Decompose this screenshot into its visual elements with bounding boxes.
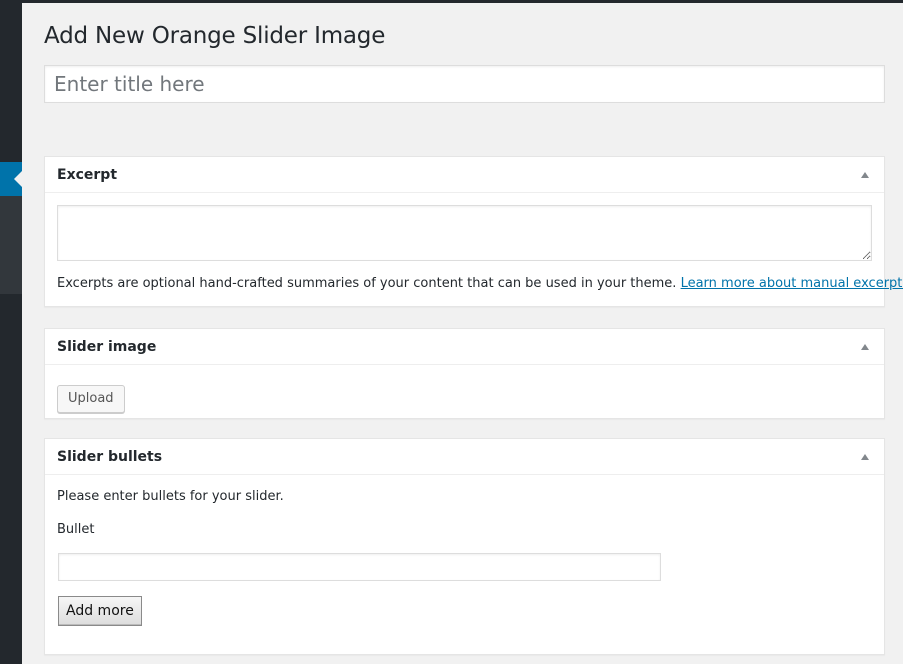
bullet-label: Bullet xyxy=(57,522,95,537)
excerpt-postbox-body: Excerpts are optional hand-crafted summa… xyxy=(45,193,903,306)
triangle-up-icon[interactable] xyxy=(861,453,869,460)
post-title-input[interactable] xyxy=(44,65,885,103)
excerpt-postbox-title: Excerpt xyxy=(57,166,118,183)
slider-image-postbox-header[interactable]: Slider image xyxy=(45,329,884,365)
bullet-input[interactable] xyxy=(58,553,661,581)
excerpt-textarea[interactable] xyxy=(57,205,872,261)
excerpt-help-text: Excerpts are optional hand-crafted summa… xyxy=(57,274,903,294)
excerpt-postbox-header[interactable]: Excerpt xyxy=(45,157,884,193)
admin-sidebar xyxy=(0,0,22,664)
slider-bullets-postbox-header[interactable]: Slider bullets xyxy=(45,439,884,475)
slider-bullets-postbox-title: Slider bullets xyxy=(57,448,163,465)
admin-sidebar-submenu[interactable] xyxy=(0,196,22,294)
add-more-button[interactable]: Add more xyxy=(58,596,142,626)
slider-image-postbox-title: Slider image xyxy=(57,338,157,355)
bullets-intro-text: Please enter bullets for your slider. xyxy=(57,489,284,504)
active-menu-arrow-icon xyxy=(14,171,22,187)
triangle-up-icon[interactable] xyxy=(861,343,869,350)
excerpt-help-sentence: Excerpts are optional hand-crafted summa… xyxy=(57,276,677,291)
page-title: Add New Orange Slider Image xyxy=(44,23,386,49)
slider-image-postbox-body: Upload xyxy=(45,365,884,418)
excerpt-postbox: Excerpt Excerpts are optional hand-craft… xyxy=(44,156,903,307)
main-content: Add New Orange Slider Image Excerpt Exce… xyxy=(22,3,903,664)
learn-more-excerpts-link[interactable]: Learn more about manual excerpts. xyxy=(681,276,903,291)
upload-button[interactable]: Upload xyxy=(57,385,125,413)
slider-image-postbox: Slider image Upload xyxy=(44,328,885,419)
slider-bullets-postbox: Slider bullets Please enter bullets for … xyxy=(44,438,885,655)
triangle-up-icon[interactable] xyxy=(861,171,869,178)
slider-bullets-postbox-body: Please enter bullets for your slider. Bu… xyxy=(45,475,884,638)
